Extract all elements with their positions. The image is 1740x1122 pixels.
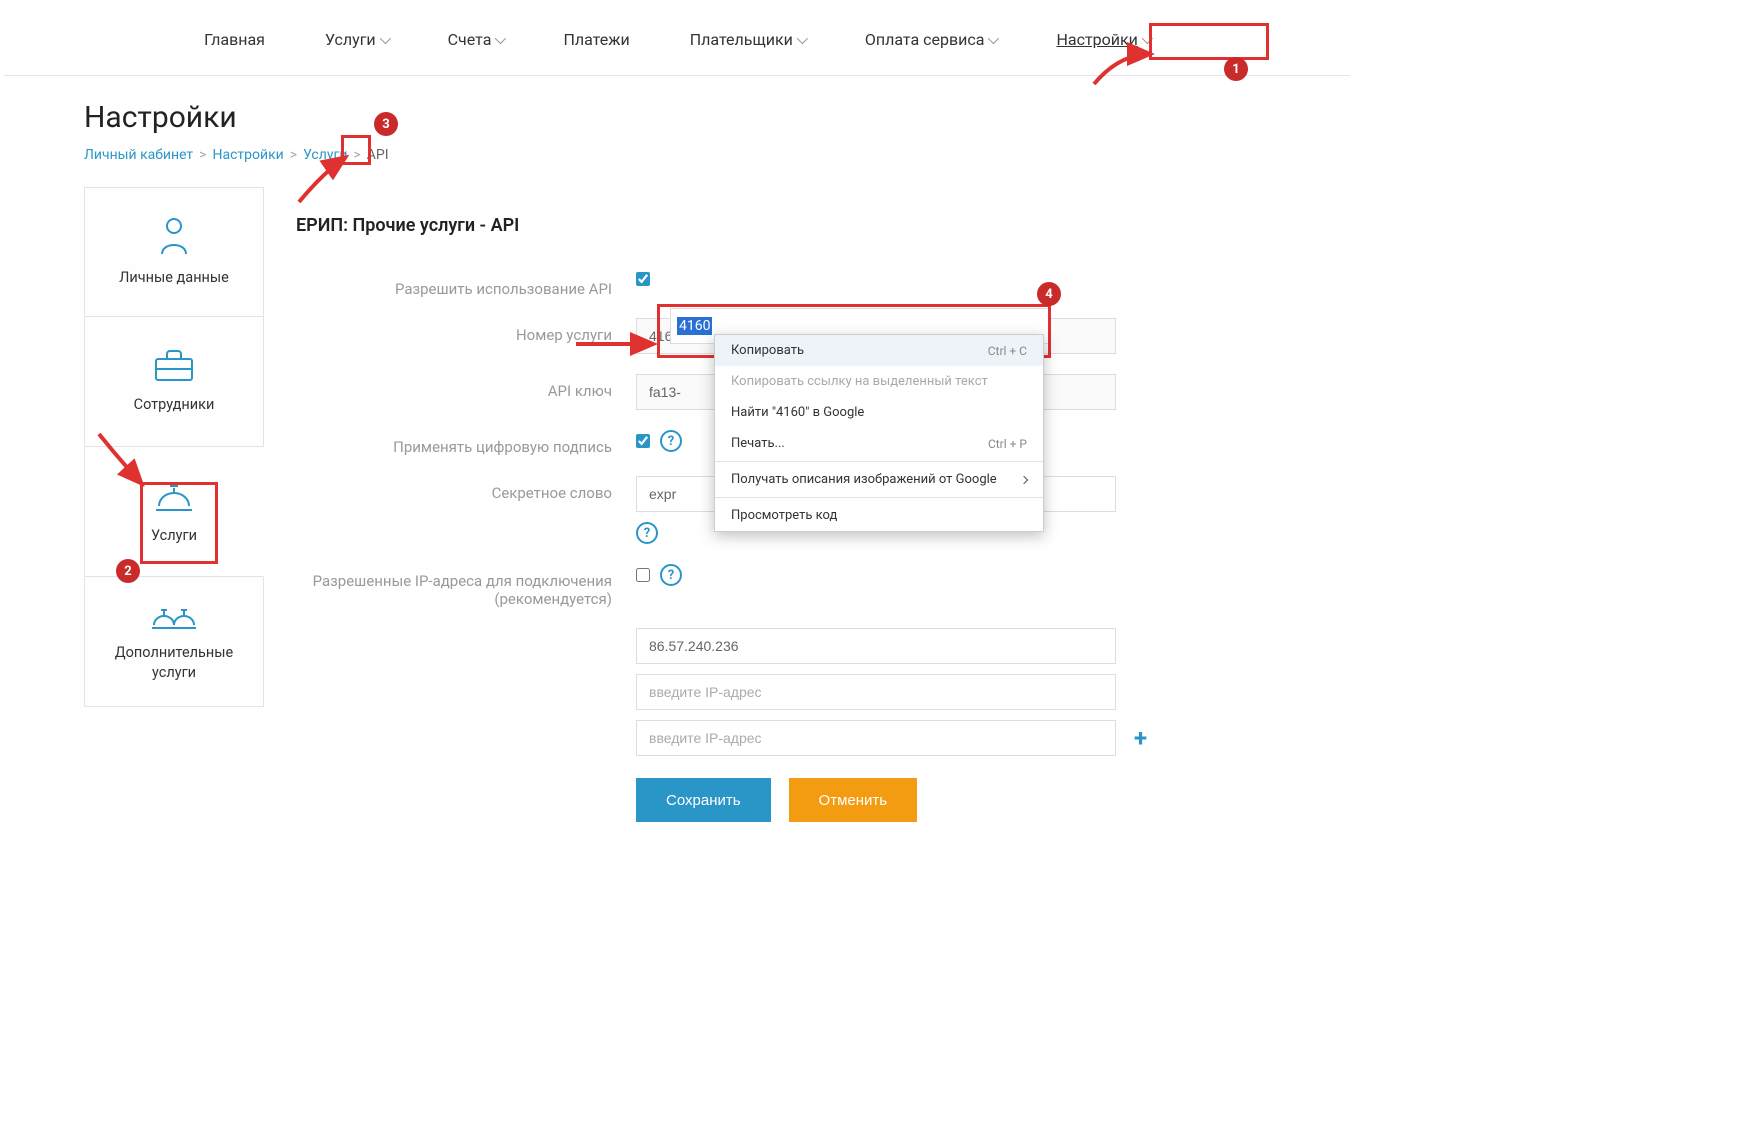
breadcrumb-link[interactable]: Личный кабинет (84, 147, 193, 163)
allowed-ips-label: Разрешенные IP-адреса для подключения (р… (296, 564, 636, 608)
ctx-label: Найти "4160" в Google (731, 405, 864, 420)
page-title: Настройки (84, 100, 1270, 135)
selected-text: 4160 (677, 317, 712, 335)
allowed-ips-checkbox[interactable] (636, 568, 650, 582)
ctx-inspect[interactable]: Просмотреть код (715, 500, 1043, 531)
chevron-down-icon (797, 32, 808, 43)
nav-label: Платежи (563, 30, 629, 49)
digital-signature-checkbox[interactable] (636, 434, 650, 448)
sidebar-item-services[interactable]: Услуги (84, 447, 264, 577)
context-menu: Копировать Ctrl + C Копировать ссылку на… (714, 334, 1044, 532)
breadcrumb-link[interactable]: Услуги (303, 147, 347, 163)
nav-payers[interactable]: Плательщики (690, 30, 805, 49)
panel-title: ЕРИП: Прочие услуги - API (296, 215, 1238, 236)
sidebar-item-extra-services[interactable]: Дополнительные услуги (84, 577, 264, 707)
sidebar-item-label: Услуги (143, 526, 205, 546)
chevron-right-icon (1020, 475, 1028, 483)
service-bell-icon (153, 478, 195, 514)
ctx-separator (715, 461, 1043, 462)
nav-label: Главная (204, 30, 265, 49)
ctx-print[interactable]: Печать... Ctrl + P (715, 428, 1043, 459)
nav-billing[interactable]: Оплата сервиса (865, 30, 997, 49)
ctx-label: Просмотреть код (731, 508, 837, 523)
service-number-label: Номер услуги (296, 318, 636, 344)
breadcrumb-separator: > (353, 147, 360, 163)
service-bells-icon (150, 601, 198, 631)
breadcrumb-current: API (367, 147, 389, 163)
breadcrumb-separator: > (290, 147, 297, 163)
ctx-label: Копировать ссылку на выделенный текст (731, 374, 988, 389)
save-button[interactable]: Сохранить (636, 778, 771, 822)
chevron-down-icon (1142, 32, 1153, 43)
nav-label: Плательщики (690, 30, 793, 49)
nav-payments[interactable]: Платежи (563, 30, 629, 49)
ctx-label: Копировать (731, 343, 804, 358)
digital-signature-label: Применять цифровую подпись (296, 430, 636, 456)
ctx-search[interactable]: Найти "4160" в Google (715, 397, 1043, 428)
nav-settings[interactable]: Настройки (1056, 30, 1149, 49)
chevron-down-icon (988, 32, 999, 43)
briefcase-icon (153, 349, 195, 383)
ctx-label: Печать... (731, 436, 785, 451)
ip-address-input-1[interactable] (636, 628, 1116, 664)
ctx-shortcut: Ctrl + C (988, 344, 1027, 358)
chevron-down-icon (495, 32, 506, 43)
sidebar: Личные данные Сотрудники (84, 187, 264, 707)
sidebar-item-label: Дополнительные услуги (85, 643, 263, 682)
ip-address-input-3[interactable] (636, 720, 1116, 756)
ctx-shortcut: Ctrl + P (988, 437, 1027, 451)
ctx-copy-link: Копировать ссылку на выделенный текст (715, 366, 1043, 397)
sidebar-item-label: Личные данные (111, 268, 237, 288)
ip-address-input-2[interactable] (636, 674, 1116, 710)
help-icon[interactable]: ? (636, 522, 658, 544)
help-icon[interactable]: ? (660, 564, 682, 586)
ctx-copy[interactable]: Копировать Ctrl + C (715, 335, 1043, 366)
nav-label: Услуги (325, 30, 376, 49)
sidebar-item-staff[interactable]: Сотрудники (84, 317, 264, 447)
allow-api-label: Разрешить использование API (296, 272, 636, 298)
help-icon[interactable]: ? (660, 430, 682, 452)
breadcrumb-link[interactable]: Настройки (212, 147, 283, 163)
ctx-label: Получать описания изображений от Google (731, 472, 997, 487)
allow-api-checkbox[interactable] (636, 272, 650, 286)
person-icon (156, 216, 192, 256)
nav-services[interactable]: Услуги (325, 30, 388, 49)
secret-word-label: Секретное слово (296, 476, 636, 502)
nav-home[interactable]: Главная (204, 30, 265, 49)
main-panel: ЕРИП: Прочие услуги - API Разрешить испо… (264, 187, 1270, 882)
cancel-button[interactable]: Отменить (789, 778, 918, 822)
sidebar-item-label: Сотрудники (126, 395, 223, 415)
nav-label: Оплата сервиса (865, 30, 985, 49)
chevron-down-icon (379, 32, 390, 43)
breadcrumb: Личный кабинет > Настройки > Услуги > AP… (84, 147, 1270, 163)
nav-label: Счета (448, 30, 492, 49)
ctx-image-descriptions[interactable]: Получать описания изображений от Google (715, 464, 1043, 495)
add-ip-icon[interactable]: + (1126, 724, 1147, 752)
top-navigation: Главная Услуги Счета Платежи Плательщики… (4, 4, 1350, 76)
ctx-separator (715, 497, 1043, 498)
nav-label: Настройки (1056, 30, 1137, 49)
api-key-label: API ключ (296, 374, 636, 400)
nav-invoices[interactable]: Счета (448, 30, 504, 49)
breadcrumb-separator: > (199, 147, 206, 163)
sidebar-item-personal[interactable]: Личные данные (84, 187, 264, 317)
